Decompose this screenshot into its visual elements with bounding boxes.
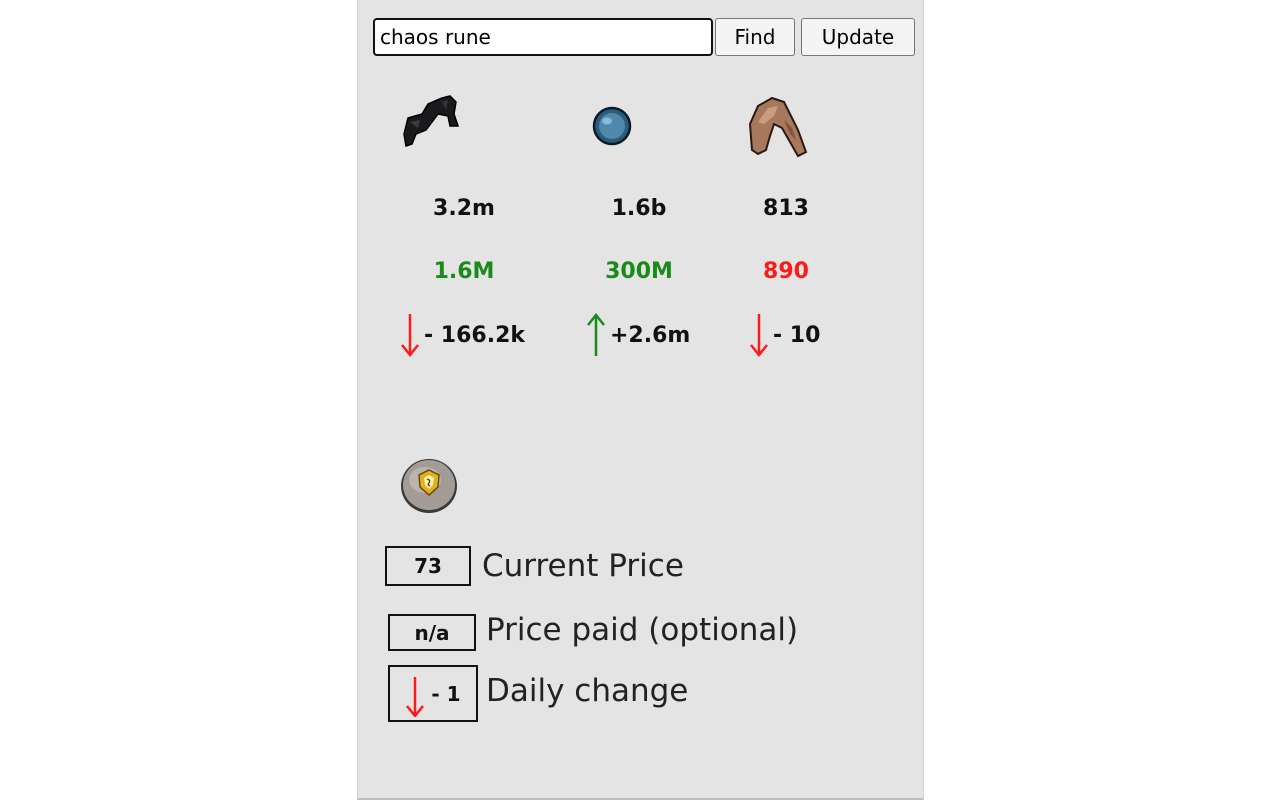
update-button[interactable]: Update [801, 18, 915, 56]
item-value: 3.2m [433, 196, 495, 221]
item-change-value: - 10 [773, 322, 821, 348]
item-value: 1.6b [611, 196, 667, 221]
up-arrow-icon [586, 312, 606, 358]
blue-orb-item-icon[interactable] [588, 105, 636, 147]
down-arrow-icon [749, 312, 769, 358]
price-tracker-panel: Find Update 3.2m 1.6b 813 1.6M 300M 890 … [357, 0, 924, 800]
price-paid-label: Price paid (optional) [486, 612, 799, 648]
current-price-value: 73 [385, 546, 471, 586]
price-paid-input[interactable]: n/a [388, 614, 476, 651]
item-volume: 890 [763, 259, 809, 284]
dark-cape-item-icon[interactable] [398, 92, 464, 154]
daily-change-label: Daily change [486, 673, 689, 709]
item-change: - 166.2k [400, 312, 525, 358]
chaos-rune-icon [401, 459, 457, 513]
item-change: +2.6m [586, 312, 690, 358]
search-input[interactable] [373, 18, 713, 56]
down-arrow-icon [400, 312, 420, 358]
item-volume: 300M [605, 259, 673, 284]
daily-change-amount: - 1 [431, 681, 461, 706]
item-volume: 1.6M [433, 259, 495, 284]
item-value: 813 [763, 196, 809, 221]
item-change: - 10 [749, 312, 820, 358]
item-change-value: +2.6m [610, 322, 691, 348]
leather-item-icon[interactable] [744, 94, 810, 160]
daily-change-value: - 1 [388, 665, 478, 722]
current-price-label: Current Price [482, 548, 684, 584]
down-arrow-icon [405, 671, 425, 717]
find-button[interactable]: Find [715, 18, 795, 56]
item-change-value: - 166.2k [424, 322, 526, 348]
